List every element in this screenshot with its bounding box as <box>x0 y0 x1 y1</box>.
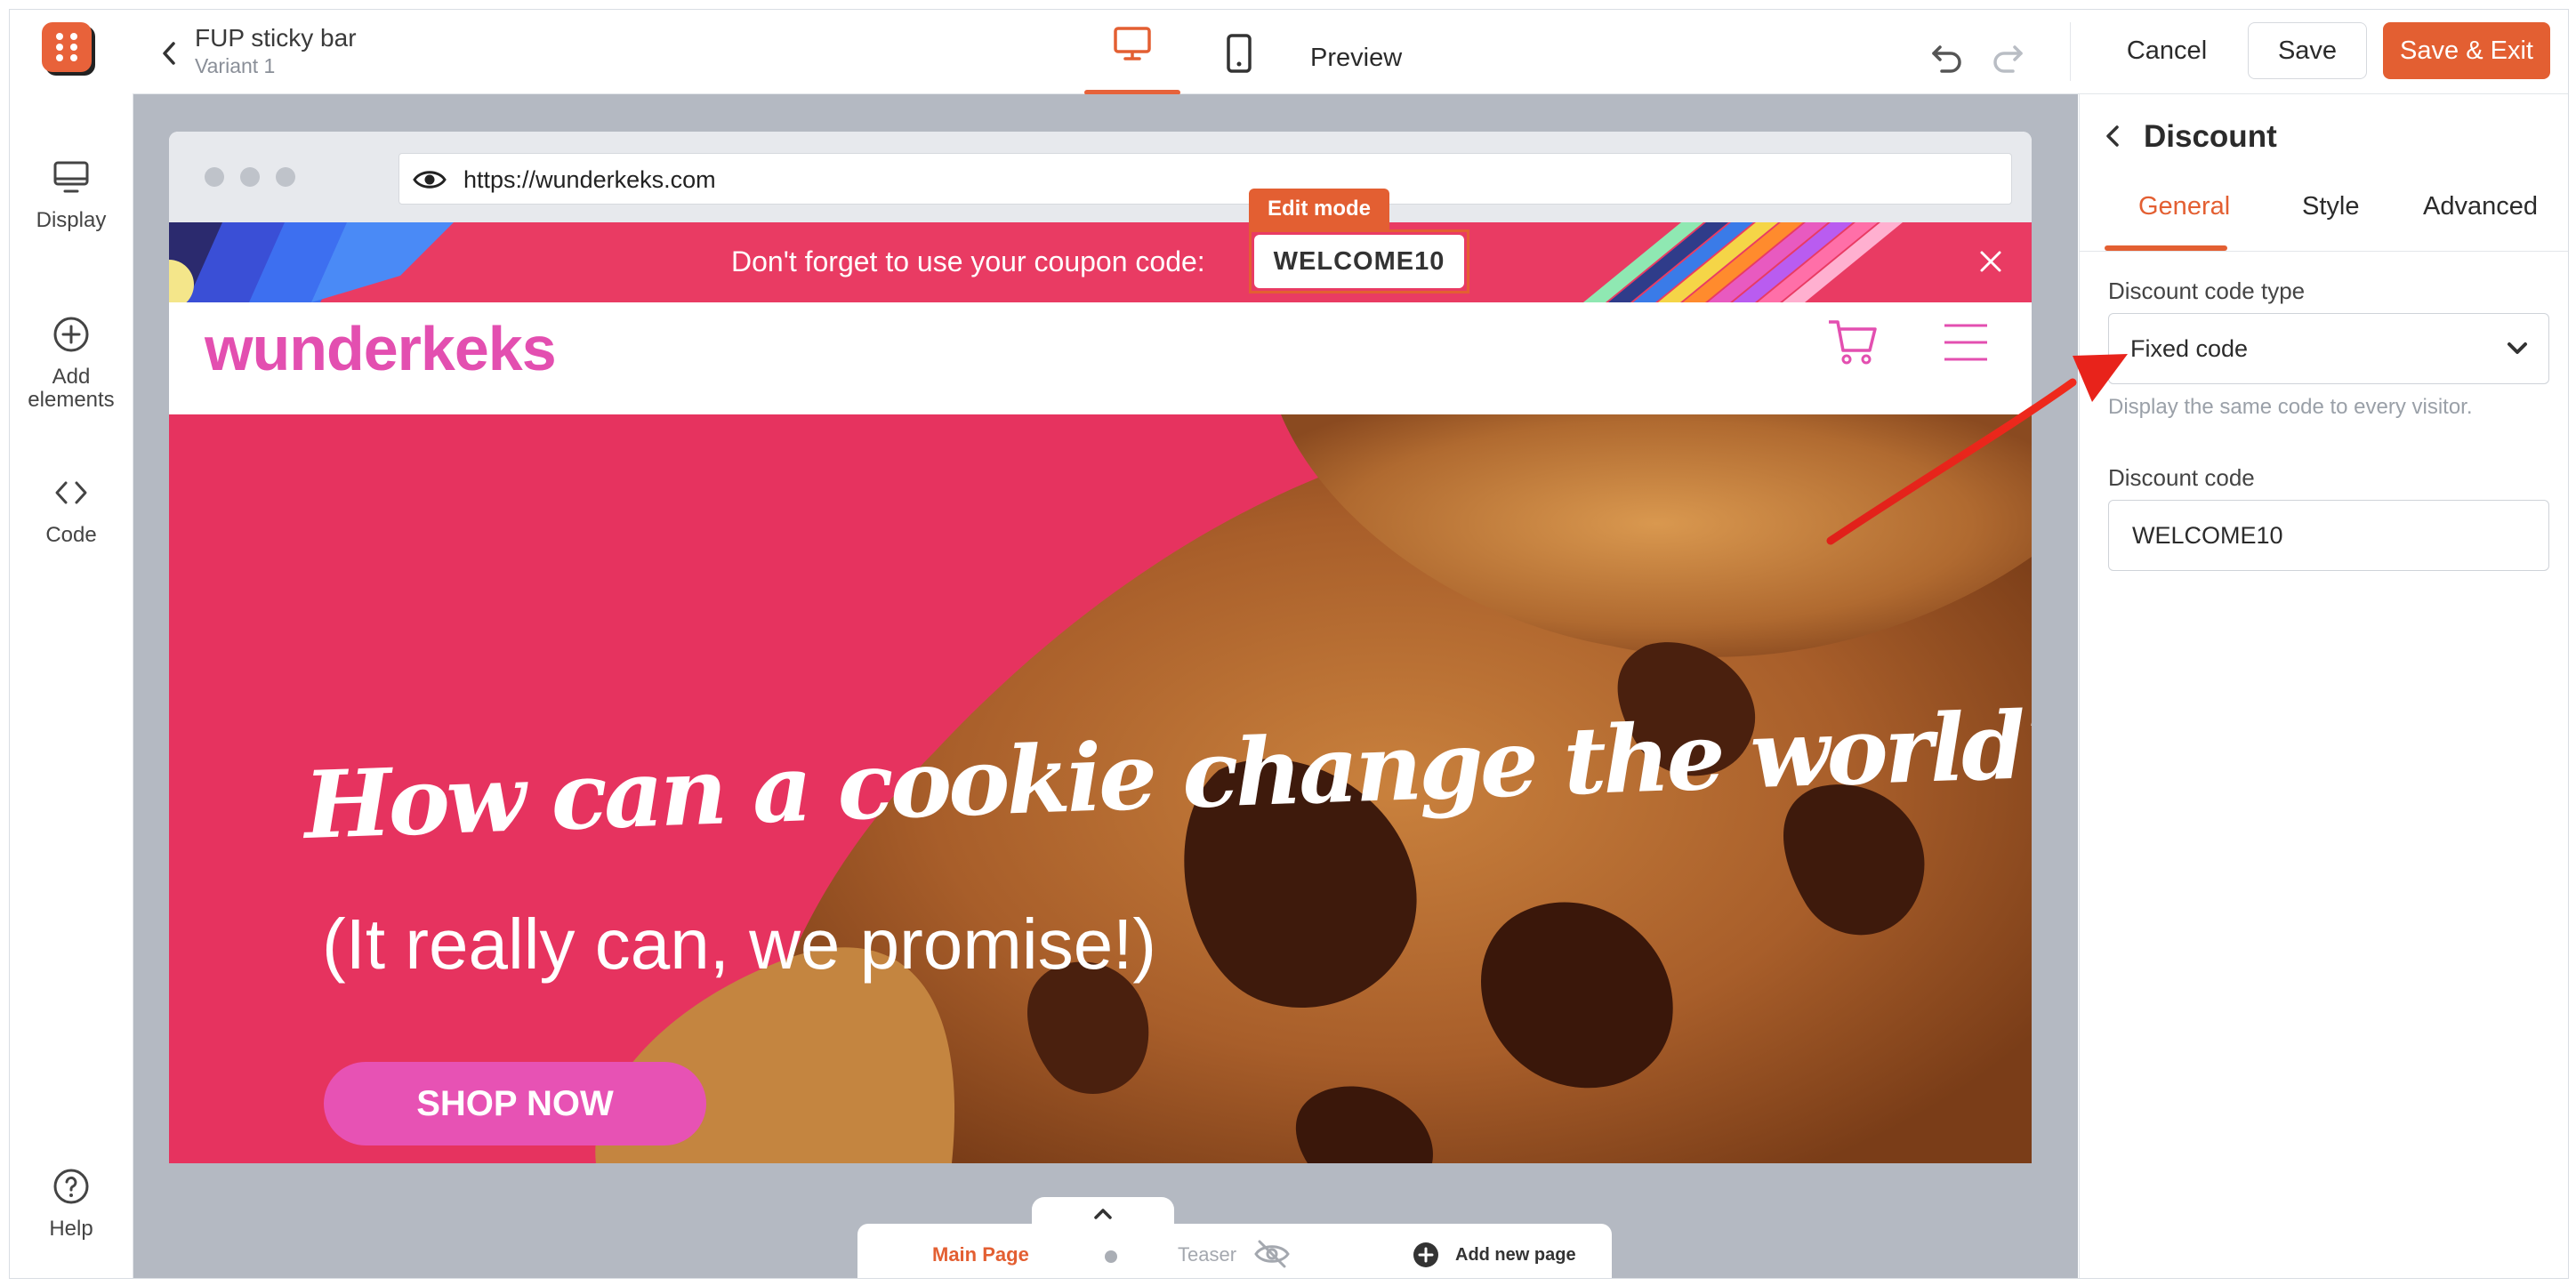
discount-code-type-select[interactable]: Fixed code <box>2108 313 2549 384</box>
tab-general[interactable]: General <box>2138 192 2230 221</box>
page-tab-main[interactable]: Main Page <box>932 1243 1029 1266</box>
help-icon <box>53 1169 89 1204</box>
sticky-left-decoration <box>169 222 454 302</box>
save-exit-button[interactable]: Save & Exit <box>2383 22 2550 79</box>
tabs-divider <box>2080 251 2568 252</box>
tab-advanced[interactable]: Advanced <box>2423 192 2538 221</box>
eye-off-icon[interactable] <box>1252 1238 1292 1270</box>
campaign-title: FUP sticky bar <box>195 24 357 52</box>
select-value: Fixed code <box>2130 335 2249 362</box>
tab-style[interactable]: Style <box>2302 192 2359 221</box>
sidebar-item-label: Help <box>49 1217 93 1241</box>
app-window: FUP sticky bar Variant 1 Preview Cancel … <box>9 9 2569 1279</box>
editor-canvas: https://wunderkeks.com Don't forget to u… <box>133 94 2078 1278</box>
sidebar-item-code[interactable]: Code <box>10 474 133 547</box>
discount-code-type-helper: Display the same code to every visitor. <box>2108 395 2473 419</box>
plus-circle-icon <box>53 317 89 352</box>
shop-now-button[interactable]: SHOP NOW <box>324 1062 706 1145</box>
hero-banner: How can a cookie change the world? (It r… <box>169 414 2032 1163</box>
code-icon <box>55 481 87 504</box>
sidebar-item-display[interactable]: Display <box>10 159 133 232</box>
url-bar[interactable]: https://wunderkeks.com <box>398 153 2012 205</box>
coupon-code-badge[interactable]: WELCOME10 <box>1254 235 1464 288</box>
page-switcher: Main Page Teaser Add new page <box>857 1224 1612 1278</box>
site-logo: wunderkeks <box>205 314 557 383</box>
top-bar: FUP sticky bar Variant 1 Preview Cancel … <box>10 10 2568 95</box>
url-text: https://wunderkeks.com <box>463 166 716 193</box>
browser-preview: https://wunderkeks.com Don't forget to u… <box>169 132 2032 1163</box>
hamburger-icon <box>1944 324 1987 361</box>
redo-icon[interactable] <box>1990 42 2025 74</box>
cancel-button[interactable]: Cancel <box>2100 22 2234 79</box>
sidebar-item-help[interactable]: Help <box>10 1168 133 1241</box>
site-header: wunderkeks <box>169 302 2032 414</box>
discount-code-input[interactable]: WELCOME10 <box>2108 500 2549 571</box>
left-sidebar: Display Add elements Code Help <box>10 93 133 1278</box>
page-tab-teaser[interactable]: Teaser <box>1178 1243 1236 1266</box>
chevron-down-icon <box>2508 342 2527 354</box>
preview-button[interactable]: Preview <box>1310 44 1402 73</box>
undo-icon[interactable] <box>1929 42 1965 74</box>
sticky-right-stripes <box>1583 222 1903 302</box>
cart-icon <box>1829 320 1877 365</box>
add-new-page-button[interactable]: Add new page <box>1455 1245 1576 1266</box>
desktop-view-button[interactable] <box>1084 26 1180 95</box>
app-logo[interactable] <box>40 20 99 79</box>
sidebar-item-label: Code <box>45 523 97 547</box>
discount-code-type-label: Discount code type <box>2108 277 2306 304</box>
desktop-icon <box>1114 27 1151 60</box>
sidebar-item-label: Add elements <box>28 365 115 412</box>
monitor-icon <box>53 161 89 193</box>
discount-code-label: Discount code <box>2108 464 2255 491</box>
edit-mode-label: Edit mode <box>1249 189 1389 229</box>
window-dot <box>205 167 224 187</box>
toolbar-divider <box>2070 22 2071 81</box>
browser-chrome: https://wunderkeks.com <box>169 132 2032 222</box>
hero-subheadline: (It really can, we promise!) <box>322 904 1157 984</box>
eye-icon <box>413 171 447 189</box>
sticky-bar[interactable]: Don't forget to use your coupon code: WE… <box>169 222 2032 302</box>
sticky-bar-text: Don't forget to use your coupon code: <box>731 245 1205 277</box>
page-separator-dot <box>1105 1250 1117 1263</box>
input-value: WELCOME10 <box>2132 522 2283 549</box>
mobile-icon <box>1227 34 1252 73</box>
chevron-up-icon <box>1094 1209 1112 1219</box>
window-dot <box>276 167 295 187</box>
variant-name: Variant 1 <box>195 54 276 77</box>
panel-title: Discount <box>2144 119 2277 154</box>
window-dot <box>240 167 260 187</box>
plus-circle-icon[interactable] <box>1413 1242 1439 1268</box>
close-icon[interactable] <box>1976 247 2005 276</box>
sidebar-item-add-elements[interactable]: Add elements <box>10 316 133 412</box>
back-icon[interactable] <box>2101 123 2124 149</box>
save-button[interactable]: Save <box>2248 22 2367 79</box>
back-icon[interactable] <box>156 40 182 67</box>
mobile-view-button[interactable] <box>1221 33 1257 77</box>
sidebar-item-label: Display <box>36 208 107 232</box>
properties-panel: Discount General Style Advanced Discount… <box>2079 94 2568 1278</box>
